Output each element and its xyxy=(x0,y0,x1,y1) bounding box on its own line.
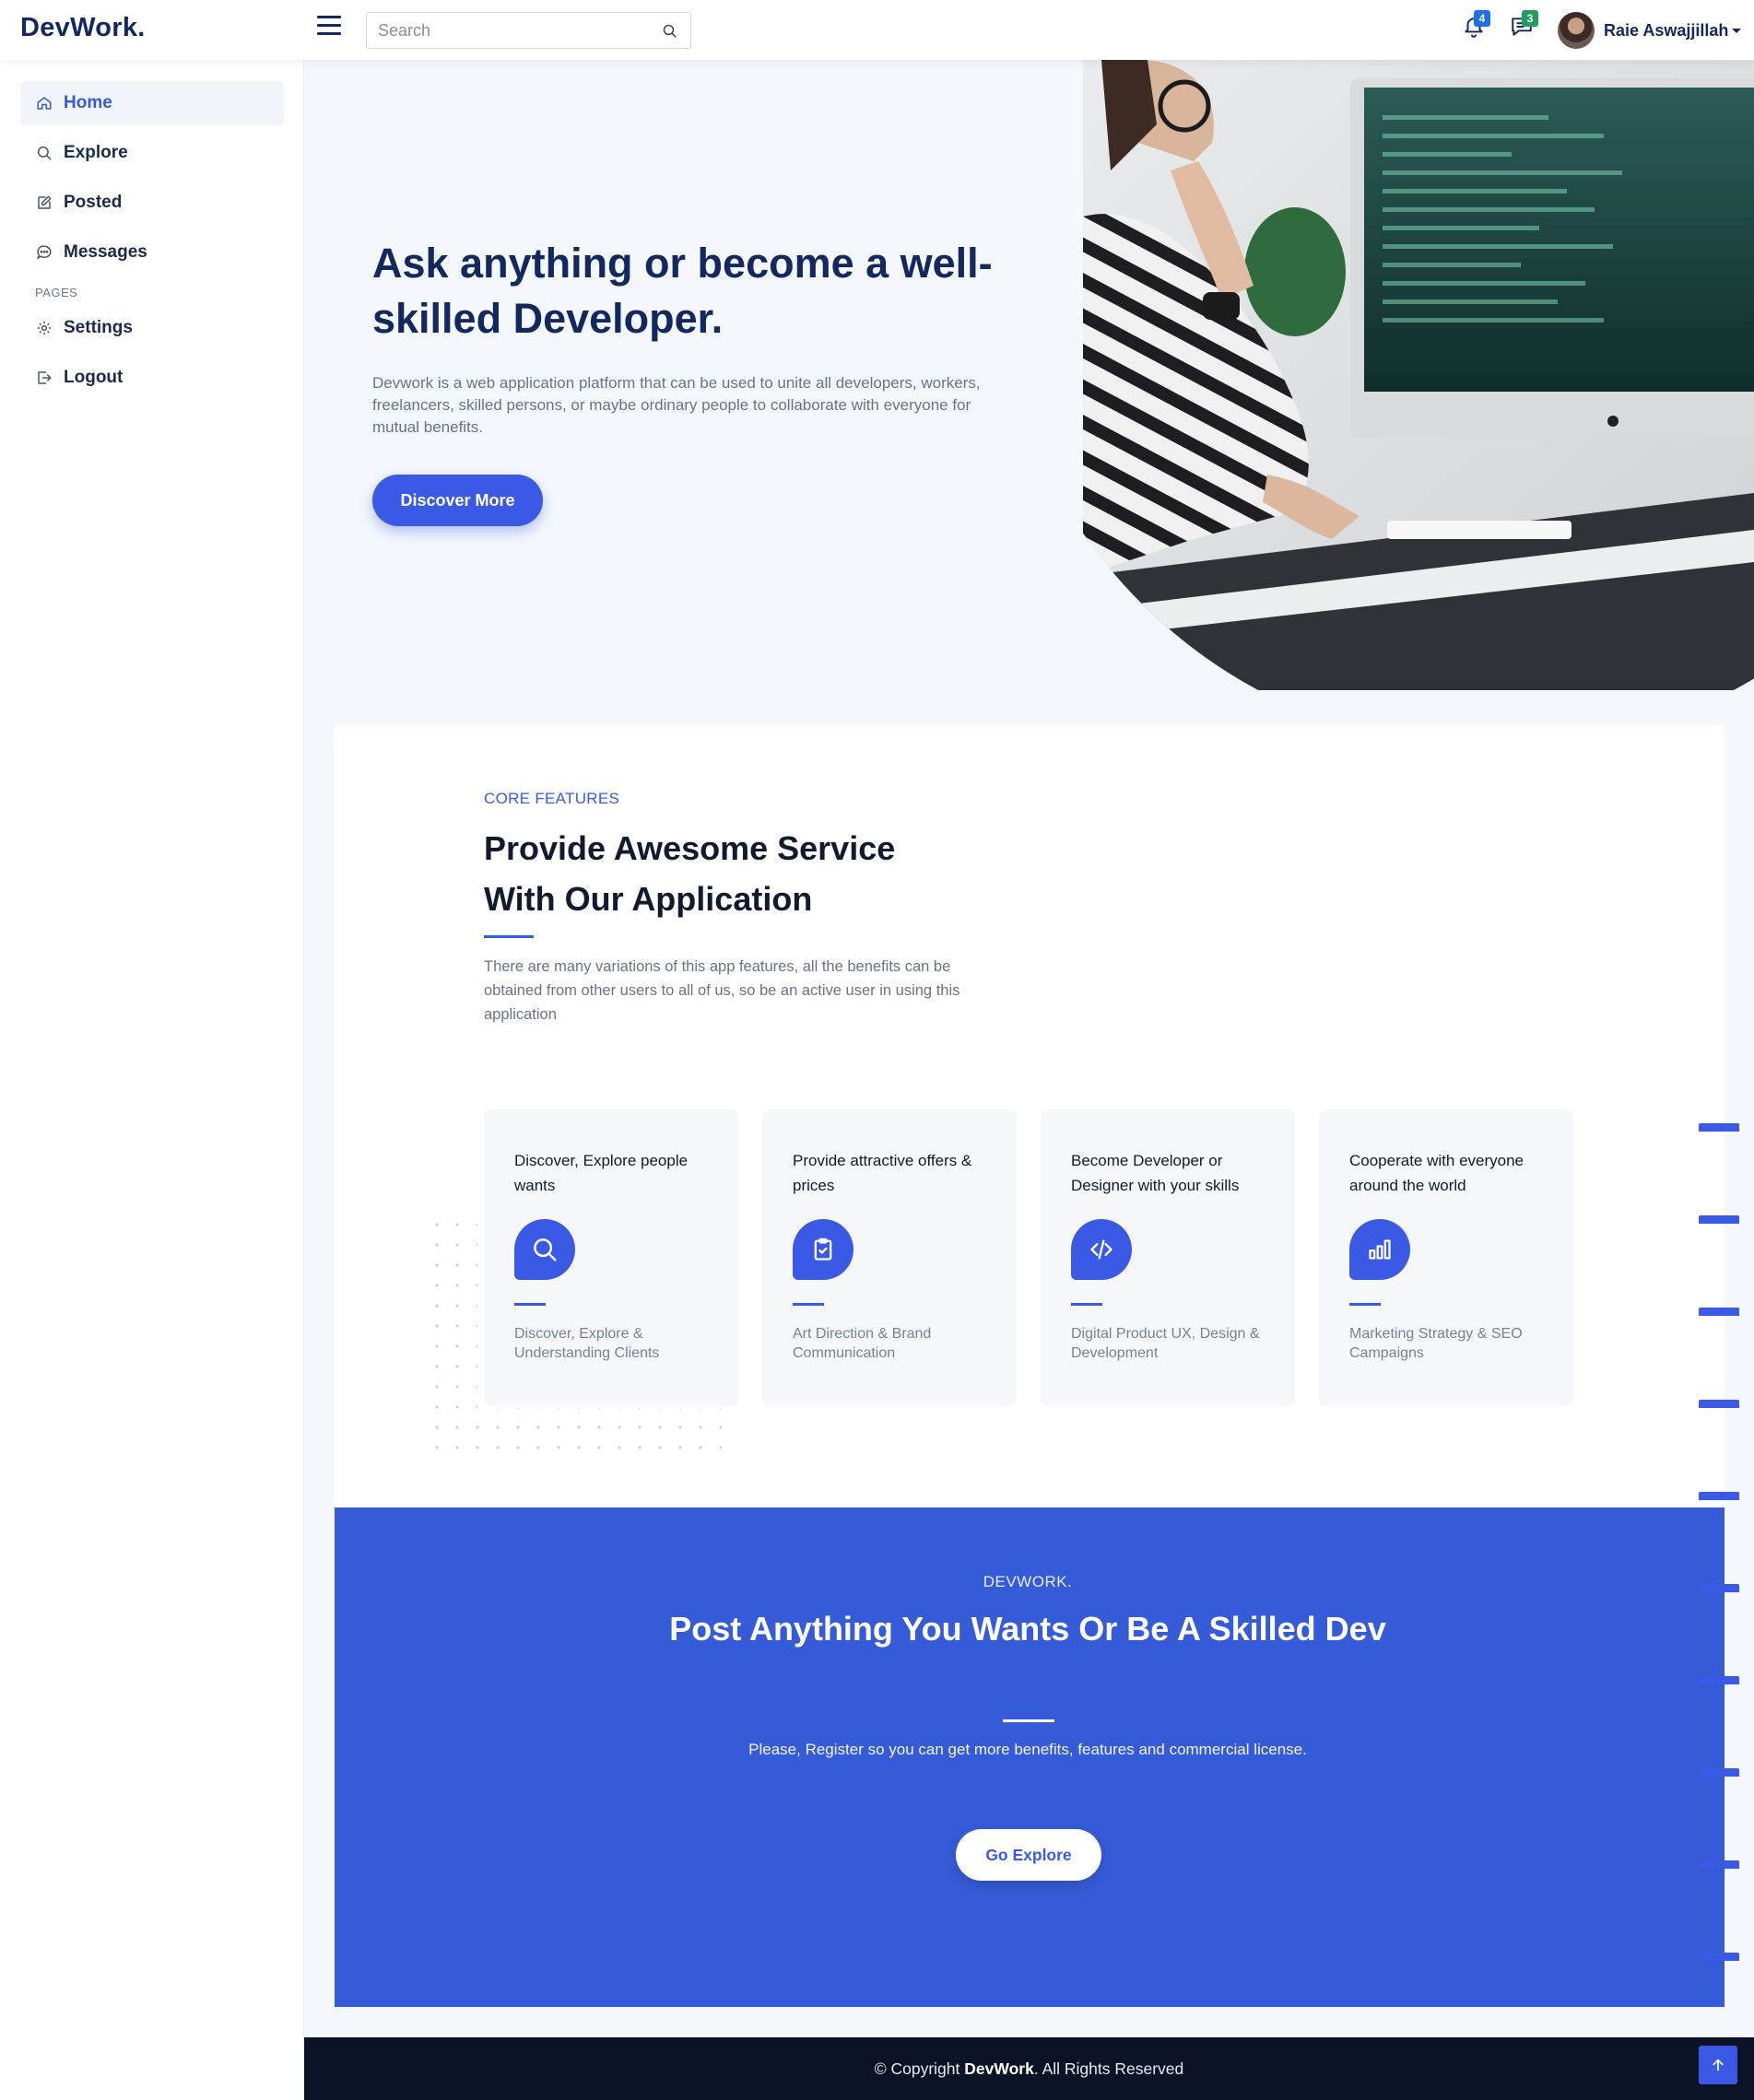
sidebar-item-label: Home xyxy=(64,93,112,112)
user-menu[interactable]: Raie Aswajjillah xyxy=(1558,11,1742,50)
search-box xyxy=(366,12,691,49)
back-to-top-button[interactable] xyxy=(1699,2046,1737,2084)
sidebar-item-label: Logout xyxy=(64,368,124,387)
feature-card[interactable]: Cooperate with everyone around the world… xyxy=(1319,1109,1573,1406)
sidebar-item-label: Posted xyxy=(64,193,123,212)
code-icon xyxy=(1071,1219,1132,1280)
sidebar-item-label: Messages xyxy=(64,242,147,262)
feature-card-title: Cooperate with everyone around the world xyxy=(1349,1152,1524,1194)
sidebar: Home Explore Posted Messages PAGES Setti… xyxy=(0,60,304,2100)
features-description: There are many variations of this app fe… xyxy=(484,958,960,1023)
features-divider xyxy=(484,935,534,938)
feature-card-subtitle: Art Direction & Brand Communication xyxy=(793,1326,932,1361)
copyright-brand: DevWork xyxy=(964,2059,1034,2078)
hero-image xyxy=(1083,60,1754,690)
edit-icon xyxy=(35,194,53,212)
edge-tick xyxy=(1699,1215,1739,1224)
hamburger-icon-bar xyxy=(317,16,341,18)
feature-card[interactable]: Discover, Explore people wants Discover,… xyxy=(484,1109,738,1406)
top-navbar: DevWork. 4 3 Raie Aswajjillah xyxy=(0,0,1754,60)
arrow-up-icon xyxy=(1713,2059,1724,2071)
notifications-button[interactable]: 4 xyxy=(1462,10,1490,39)
feature-card-title: Discover, Explore people wants xyxy=(514,1152,689,1194)
features-kicker: CORE FEATURES xyxy=(484,790,620,807)
sidebar-item-messages[interactable]: Messages xyxy=(20,230,284,275)
caret-down-icon xyxy=(1732,28,1742,33)
sidebar-item-label: Settings xyxy=(64,318,133,337)
search-icon xyxy=(35,144,53,162)
clipboard-check-icon xyxy=(793,1219,853,1280)
features-title: Provide Awesome Service With Our Applica… xyxy=(484,829,896,918)
edge-tick xyxy=(1699,1123,1739,1132)
user-name: Raie Aswajjillah xyxy=(1604,20,1729,40)
sidebar-item-posted[interactable]: Posted xyxy=(20,181,284,225)
copyright-prefix: © Copyright xyxy=(874,2059,960,2078)
avatar xyxy=(1558,12,1595,49)
brand-logo[interactable]: DevWork. xyxy=(20,13,146,43)
search-icon xyxy=(514,1219,575,1280)
edge-tick xyxy=(1699,1860,1739,1869)
logout-icon xyxy=(35,369,53,387)
feature-card-divider xyxy=(514,1303,546,1306)
edge-tick xyxy=(1699,1400,1739,1408)
sidebar-section-heading: PAGES xyxy=(35,286,78,299)
feature-card-subtitle: Marketing Strategy & SEO Campaigns xyxy=(1349,1326,1523,1361)
sidebar-item-logout[interactable]: Logout xyxy=(20,356,284,400)
sidebar-item-label: Explore xyxy=(64,143,128,162)
feature-card[interactable]: Become Developer or Designer with your s… xyxy=(1041,1109,1295,1406)
home-icon xyxy=(35,94,53,112)
feature-card-title: Provide attractive offers & prices xyxy=(793,1152,972,1194)
hamburger-icon-bar xyxy=(317,24,341,27)
cta-divider xyxy=(1003,1719,1054,1722)
cta-kicker: DEVWORK. xyxy=(983,1573,1073,1590)
messages-badge: 3 xyxy=(1522,10,1538,27)
sidebar-item-home[interactable]: Home xyxy=(20,81,284,125)
cta-description: Please, Register so you can get more ben… xyxy=(748,1741,1307,1758)
feature-card-title: Become Developer or Designer with your s… xyxy=(1071,1152,1240,1194)
copyright-text: © Copyright DevWork. All Rights Reserved xyxy=(304,2037,1754,2100)
edge-tick xyxy=(1699,1676,1739,1684)
search-icon[interactable] xyxy=(662,23,677,39)
hamburger-icon-bar xyxy=(317,32,341,35)
edge-tick xyxy=(1699,1768,1739,1777)
edge-tick xyxy=(1699,1308,1739,1316)
hero-description: Devwork is a web application platform th… xyxy=(372,374,981,436)
discover-more-button[interactable]: Discover More xyxy=(372,475,543,526)
messages-button[interactable]: 3 xyxy=(1510,10,1538,39)
footer: © Copyright DevWork. All Rights Reserved xyxy=(304,2037,1754,2100)
hero-title: Ask anything or become a well-skilled De… xyxy=(372,240,993,342)
go-explore-button[interactable]: Go Explore xyxy=(956,1829,1101,1881)
feature-card-subtitle: Digital Product UX, Design & Development xyxy=(1071,1326,1260,1361)
edge-tick xyxy=(1699,1584,1739,1592)
feature-card[interactable]: Provide attractive offers & prices Art D… xyxy=(762,1109,1017,1406)
feature-card-subtitle: Discover, Explore & Understanding Client… xyxy=(514,1326,660,1361)
notifications-badge: 4 xyxy=(1474,10,1490,27)
gear-icon xyxy=(35,319,53,337)
chat-icon xyxy=(35,243,53,262)
search-input[interactable] xyxy=(367,13,643,48)
cta-title: Post Anything You Wants Or Be A Skilled … xyxy=(669,1610,1386,1648)
feature-card-divider xyxy=(1071,1303,1102,1306)
edge-tick xyxy=(1699,1492,1739,1500)
bar-chart-icon xyxy=(1349,1219,1410,1280)
menu-toggle-button[interactable] xyxy=(317,16,341,36)
edge-tick xyxy=(1699,1953,1739,1961)
sidebar-item-settings[interactable]: Settings xyxy=(20,306,284,350)
sidebar-item-explore[interactable]: Explore xyxy=(20,131,284,175)
feature-card-divider xyxy=(793,1303,824,1306)
feature-card-divider xyxy=(1349,1303,1381,1306)
copyright-suffix: . All Rights Reserved xyxy=(1033,2059,1184,2078)
